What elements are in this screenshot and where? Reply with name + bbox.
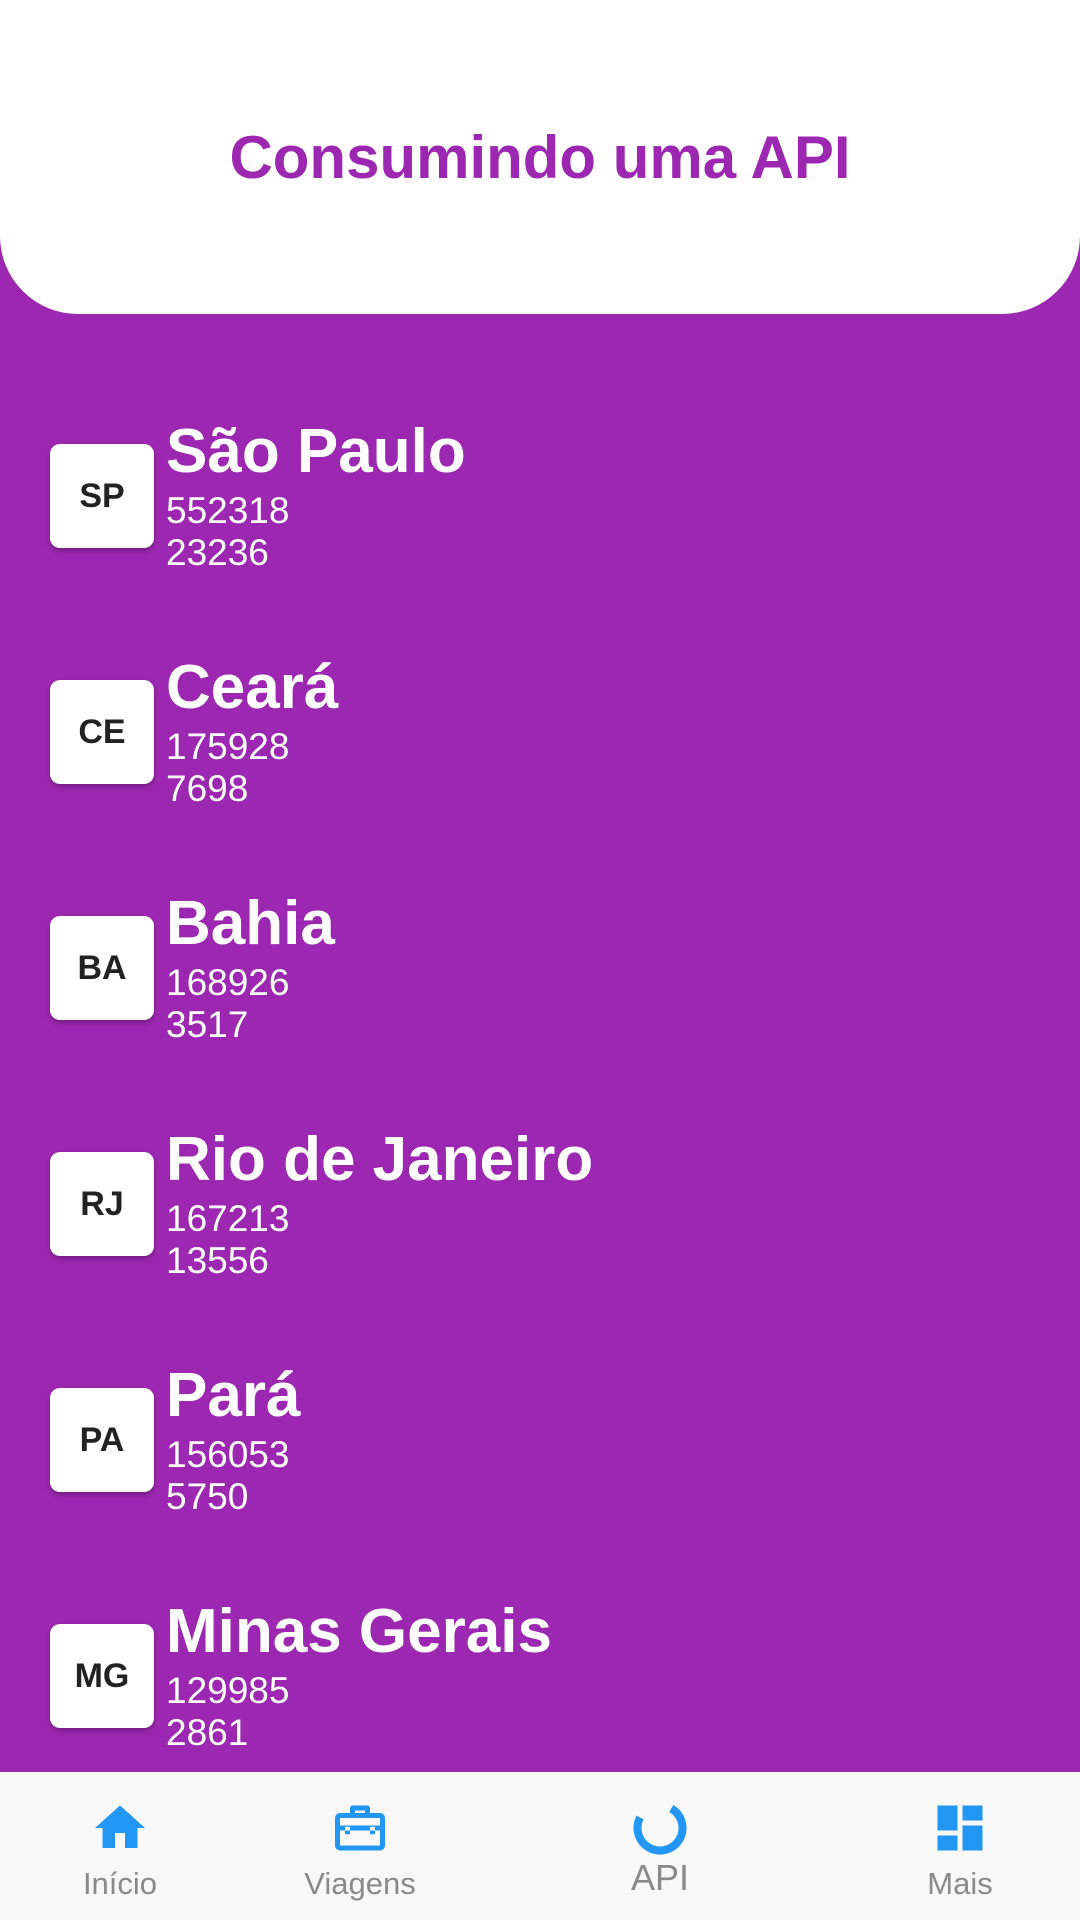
state-name: São Paulo <box>166 417 466 486</box>
state-cases: 168926 <box>166 962 290 1003</box>
list-item[interactable]: CE Ceará 175928 7698 <box>0 550 1080 809</box>
state-cases: 156053 <box>166 1434 290 1475</box>
state-cases: 167213 <box>166 1198 290 1239</box>
dashboard-icon <box>937 1805 983 1851</box>
state-uf-badge: BA <box>50 916 154 1020</box>
state-name: Minas Gerais <box>166 1597 552 1666</box>
list-item[interactable]: MG Minas Gerais 129985 2861 <box>0 1494 1080 1753</box>
briefcase-icon <box>335 1805 385 1851</box>
app-header: Consumindo uma API <box>0 0 1080 314</box>
nav-label: API <box>630 1857 690 1898</box>
nav-item-viagens[interactable]: Viagens <box>240 1772 480 1920</box>
state-uf-badge: SP <box>50 444 154 548</box>
state-name: Ceará <box>166 653 339 722</box>
nav-label: Viagens <box>304 1866 416 1901</box>
state-deaths: 2861 <box>166 1712 249 1753</box>
nav-item-mais[interactable]: Mais <box>840 1772 1080 1920</box>
nav-label: Início <box>82 1866 158 1901</box>
nav-item-api[interactable]: API <box>480 1772 840 1920</box>
list-item[interactable]: RJ Rio de Janeiro 167213 13556 <box>0 1022 1080 1281</box>
home-icon <box>95 1805 145 1848</box>
state-uf-badge: PA <box>50 1388 154 1492</box>
list-item[interactable]: PA Pará 156053 5750 <box>0 1258 1080 1517</box>
state-uf-badge: CE <box>50 680 154 784</box>
loading-ring-icon <box>633 1801 687 1855</box>
state-name: Rio de Janeiro <box>166 1125 594 1194</box>
state-name: Pará <box>166 1361 301 1430</box>
nav-label: Mais <box>927 1866 993 1901</box>
bottom-navigation: Início Viagens API Mais <box>0 1772 1080 1920</box>
list-item[interactable]: BA Bahia 168926 3517 <box>0 786 1080 1045</box>
nav-item-inicio[interactable]: Início <box>0 1772 240 1920</box>
state-cases: 129985 <box>166 1670 290 1711</box>
list-item[interactable]: SP São Paulo 552318 23236 <box>0 314 1080 573</box>
state-name: Bahia <box>166 889 335 958</box>
state-uf-badge: MG <box>50 1624 154 1728</box>
states-list[interactable]: SP São Paulo 552318 23236 CE Ceará 17592… <box>0 314 1080 1772</box>
page-title: Consumindo uma API <box>229 124 851 191</box>
state-cases: 175928 <box>166 726 290 767</box>
state-cases: 552318 <box>166 490 290 531</box>
state-uf-badge: RJ <box>50 1152 154 1256</box>
